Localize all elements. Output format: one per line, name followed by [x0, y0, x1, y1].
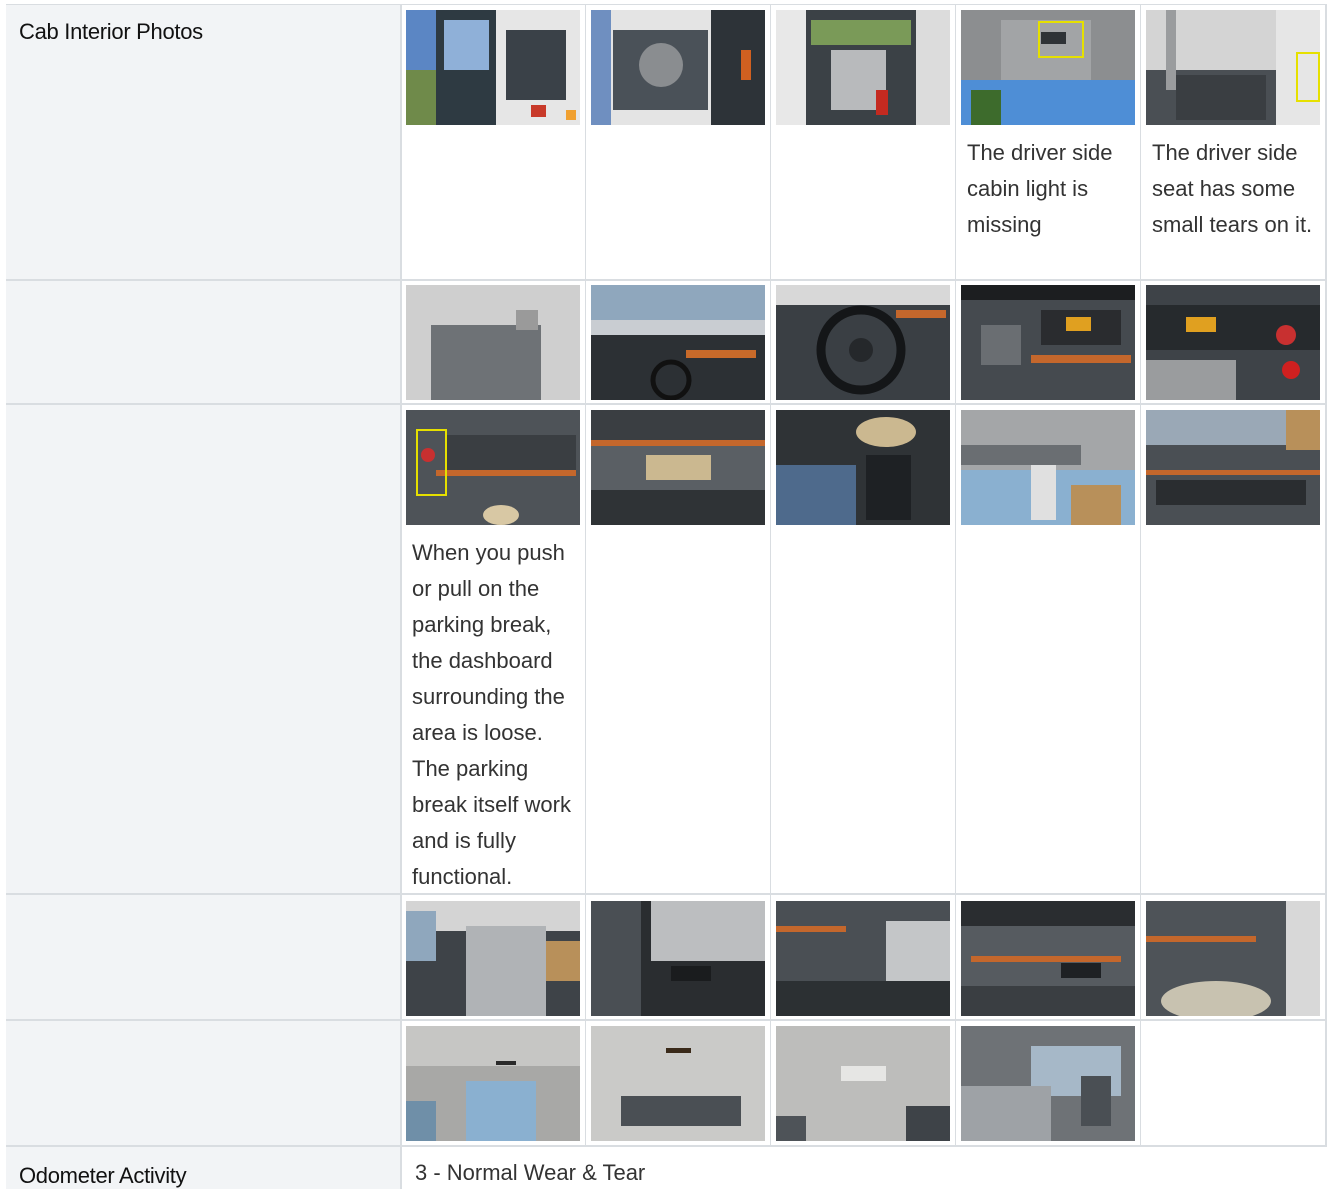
row-separator [6, 893, 1327, 895]
overhead-mirror-photo[interactable] [961, 410, 1135, 525]
cabin-ceiling-photo[interactable] [961, 10, 1135, 125]
photo-note: The driver side cabin light is missing [967, 140, 1113, 237]
gauges-photo[interactable] [1146, 285, 1320, 400]
passenger-seat-photo[interactable] [406, 901, 580, 1016]
steering-wheel-photo[interactable] [776, 285, 950, 400]
label-cell-empty [6, 405, 400, 893]
shifter-photo[interactable] [776, 410, 950, 525]
dash-lower-photo[interactable] [776, 901, 950, 1016]
label-cell-empty [6, 281, 400, 403]
seat-floor-photo[interactable] [1146, 10, 1320, 125]
col-separator [400, 4, 402, 1189]
defect-highlight-box [1296, 52, 1320, 102]
sleeper-ceiling-photo[interactable] [591, 1026, 765, 1141]
rear-cab-photo[interactable] [406, 1026, 580, 1141]
label-cell-empty [6, 1021, 400, 1145]
instrument-cluster-photo[interactable] [961, 285, 1135, 400]
photo-note: When you push or pull on the parking bre… [412, 540, 571, 889]
driver-seat-photo[interactable] [776, 10, 950, 125]
rear-window-photo[interactable] [961, 1026, 1135, 1141]
passenger-dash-photo[interactable] [961, 901, 1135, 1016]
passenger-floor-photo[interactable] [1146, 901, 1320, 1016]
defect-highlight-box [416, 429, 447, 496]
label-cell-odometer: Odometer Activity [6, 1147, 400, 1189]
row-separator [6, 279, 1327, 281]
section-label-odometer: Odometer Activity [19, 1163, 187, 1188]
col-separator [770, 4, 771, 1145]
row-separator [6, 1019, 1327, 1021]
odometer-value: 3 - Normal Wear & Tear [415, 1160, 646, 1185]
row-separator [6, 1145, 1327, 1147]
row-separator [6, 403, 1327, 405]
parking-brake-photo[interactable] [406, 410, 580, 525]
dome-light-photo[interactable] [776, 1026, 950, 1141]
label-cell-cab-interior: Cab Interior Photos [6, 5, 400, 279]
truck-door-open-photo[interactable] [406, 10, 580, 125]
defect-highlight-box [1038, 21, 1084, 58]
photo-note: The driver side seat has some small tear… [1152, 140, 1313, 237]
col-separator [955, 4, 956, 1145]
door-panel-photo[interactable] [591, 10, 765, 125]
label-cell-empty [6, 895, 400, 1019]
seat-controls-photo[interactable] [591, 901, 765, 1016]
floor-mat-photo[interactable] [406, 285, 580, 400]
col-separator [585, 4, 586, 1145]
windshield-dash-photo[interactable] [591, 285, 765, 400]
section-label-cab-interior: Cab Interior Photos [19, 19, 203, 44]
console-cupholder-photo[interactable] [591, 410, 765, 525]
col-separator [1140, 4, 1141, 1145]
dashboard-switches-photo[interactable] [1146, 410, 1320, 525]
